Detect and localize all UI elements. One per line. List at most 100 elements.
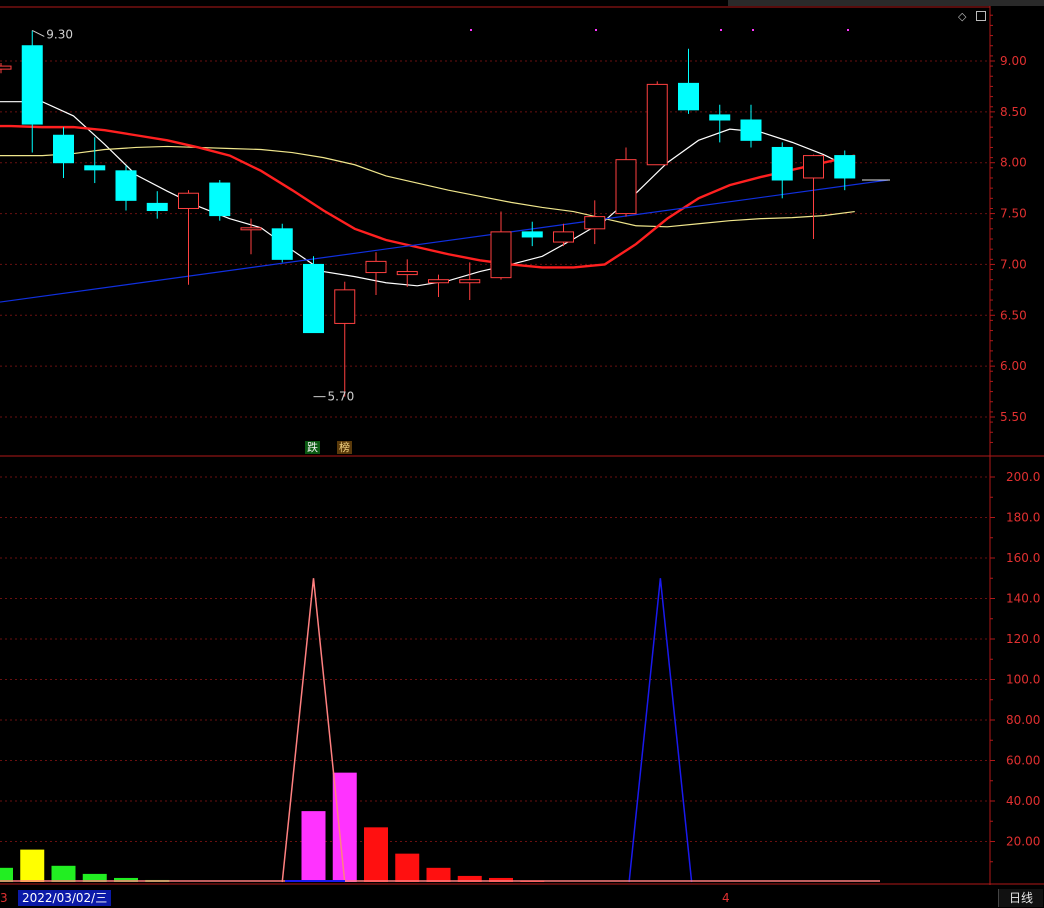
candle bbox=[209, 180, 231, 221]
price-tick-label: 9.00 bbox=[1000, 54, 1027, 68]
chart-canvas[interactable]: 9.00 8.50 8.00 7.50 7.00 6.50 6.00 5.50 200.0 180… bbox=[0, 0, 1044, 908]
volume-tick-label: 200.0 bbox=[1006, 470, 1040, 484]
candle bbox=[178, 190, 199, 285]
candle-body-down bbox=[271, 228, 293, 260]
candle-body-up bbox=[490, 231, 512, 279]
price-tick-label: 8.50 bbox=[1000, 105, 1027, 119]
candle-body-up bbox=[646, 83, 668, 166]
signal-dot bbox=[847, 29, 849, 31]
price-tick-label: 7.50 bbox=[1000, 207, 1027, 221]
candle-body-down bbox=[521, 231, 543, 238]
candle bbox=[365, 252, 387, 295]
volume-tick-label: 100.0 bbox=[1006, 673, 1040, 687]
volume-tick-label: 160.0 bbox=[1006, 551, 1040, 565]
candle-body-down bbox=[678, 82, 699, 111]
candle-body-down bbox=[834, 155, 856, 179]
high-marker-arrow bbox=[32, 30, 45, 37]
candle bbox=[740, 104, 762, 148]
candle bbox=[428, 274, 449, 297]
high-price-label: 9.30 bbox=[46, 27, 73, 41]
volume-bar bbox=[51, 865, 76, 882]
volume-tick-label: 120.0 bbox=[1006, 632, 1040, 646]
candle-body-up bbox=[0, 65, 12, 70]
candle-body-down bbox=[53, 134, 74, 164]
candle bbox=[0, 63, 12, 74]
diamond-icon[interactable]: ◇ bbox=[958, 11, 966, 22]
signal-dot bbox=[752, 29, 754, 31]
candle bbox=[146, 191, 168, 219]
volume-bars bbox=[0, 772, 545, 882]
candle-body-up bbox=[240, 227, 262, 231]
candle bbox=[334, 281, 356, 397]
rank-badge[interactable]: 榜 bbox=[337, 441, 352, 454]
candle bbox=[553, 223, 574, 247]
candle bbox=[459, 262, 481, 301]
candle bbox=[490, 211, 512, 280]
axis-layer bbox=[0, 0, 1044, 885]
candle-body-down bbox=[21, 45, 43, 125]
candle-body-down bbox=[740, 119, 762, 141]
candle-body-down bbox=[709, 114, 731, 121]
indicator-spike bbox=[628, 578, 693, 883]
price-tick-label: 6.00 bbox=[1000, 359, 1027, 373]
candle-body-up bbox=[459, 279, 481, 284]
candle-body-down bbox=[84, 165, 106, 171]
square-icon[interactable] bbox=[976, 11, 986, 21]
candle-body-down bbox=[146, 202, 168, 212]
candle bbox=[21, 30, 43, 153]
candle bbox=[803, 154, 824, 239]
candle-body-up bbox=[396, 271, 418, 276]
candle-body-up bbox=[428, 279, 449, 284]
annotations: 9.30 5.70 bbox=[32, 27, 849, 404]
price-tick-label: 8.00 bbox=[1000, 156, 1027, 170]
axis-labels: 9.00 8.50 8.00 7.50 7.00 6.50 6.00 5.50 200.0 180… bbox=[1000, 54, 1040, 849]
volume-bar bbox=[0, 867, 13, 882]
price-tick-label: 7.00 bbox=[1000, 257, 1027, 271]
candle bbox=[271, 223, 293, 263]
volume-tick-label: 20.00 bbox=[1006, 835, 1040, 849]
period-selector[interactable]: 日线 bbox=[998, 889, 1043, 907]
volume-bar bbox=[20, 849, 45, 882]
price-tick-label: 5.50 bbox=[1000, 410, 1027, 424]
candle bbox=[834, 150, 856, 191]
candle bbox=[115, 165, 137, 211]
footer-left-number: 3 bbox=[0, 891, 8, 905]
indicator-spikes bbox=[0, 578, 880, 883]
candle bbox=[615, 147, 637, 217]
candle-body-down bbox=[303, 263, 324, 334]
volume-bar bbox=[301, 811, 326, 882]
candle-body-up bbox=[553, 231, 574, 243]
price-tick-label: 6.50 bbox=[1000, 308, 1027, 322]
candle bbox=[303, 256, 324, 334]
down-rank-badge[interactable]: 跌 bbox=[305, 441, 320, 454]
volume-tick-label: 80.00 bbox=[1006, 713, 1040, 727]
candle bbox=[521, 221, 543, 247]
candle-body-up bbox=[584, 216, 606, 230]
candle bbox=[584, 200, 606, 245]
volume-tick-label: 60.00 bbox=[1006, 754, 1040, 768]
low-price-label: 5.70 bbox=[328, 390, 355, 404]
candle-body-up bbox=[334, 289, 356, 324]
candle bbox=[84, 137, 106, 184]
candle bbox=[396, 259, 418, 287]
top-toolbar[interactable] bbox=[728, 0, 1044, 6]
volume-bar bbox=[395, 853, 420, 882]
volume-bar bbox=[426, 867, 451, 882]
candle-body-up bbox=[365, 260, 387, 274]
candle bbox=[646, 81, 668, 166]
candle bbox=[771, 142, 793, 199]
candle bbox=[240, 218, 262, 255]
candle-body-down bbox=[209, 182, 231, 217]
signal-dot bbox=[720, 29, 722, 31]
footer-month-marker: 4 bbox=[722, 891, 730, 905]
candle bbox=[678, 48, 699, 114]
footer-date: 2022/03/02/三 bbox=[18, 890, 112, 906]
volume-tick-label: 40.00 bbox=[1006, 794, 1040, 808]
candle-body-up bbox=[803, 155, 824, 179]
volume-bar bbox=[332, 772, 357, 882]
candle bbox=[709, 104, 731, 143]
candle bbox=[53, 127, 74, 178]
signal-dot bbox=[595, 29, 597, 31]
volume-tick-label: 140.0 bbox=[1006, 592, 1040, 606]
volume-bar bbox=[364, 827, 388, 882]
